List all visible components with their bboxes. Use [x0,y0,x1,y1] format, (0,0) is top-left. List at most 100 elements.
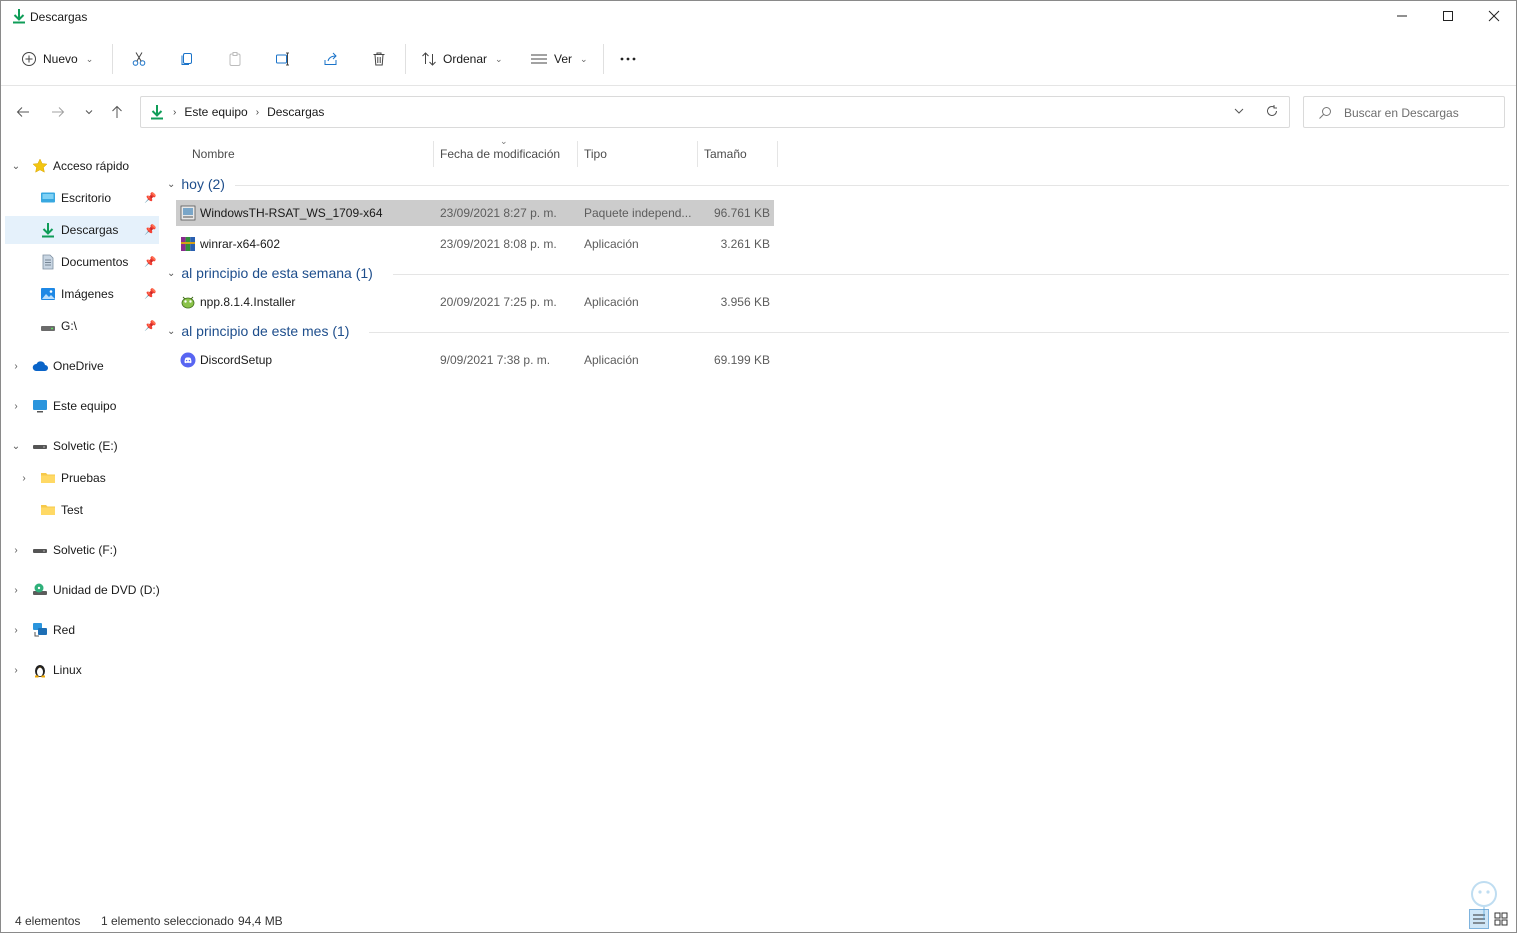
back-button[interactable] [12,101,34,123]
file-type: Aplicación [584,295,639,309]
chevron-down-icon: ⌄ [167,267,176,279]
sidebar-item-label: Imágenes [61,287,114,301]
sidebar-item-documents[interactable]: Documentos 📌 [1,248,159,276]
sidebar-item-onedrive[interactable]: › OneDrive [1,352,159,380]
desktop-icon [41,192,55,203]
new-label: Nuevo [43,52,78,66]
copy-button[interactable] [179,35,195,83]
sidebar-item-g-drive[interactable]: G:\ 📌 [1,312,159,340]
column-divider[interactable] [697,141,698,167]
sidebar-item-label: Test [61,503,84,517]
new-button[interactable]: Nuevo ⌄ [21,35,93,83]
group-header-today[interactable]: ⌄ hoy (2) [167,173,225,195]
sidebar-item-solvetic-f[interactable]: › Solvetic (F:) [1,536,159,564]
column-divider[interactable] [777,141,778,167]
column-header-name[interactable]: Nombre [192,142,432,166]
more-options-button[interactable] [619,35,637,83]
address-bar[interactable]: › Este equipo › Descargas [140,96,1290,128]
file-row[interactable]: WindowsTH-RSAT_WS_1709-x64 23/09/2021 8:… [176,200,774,226]
pin-icon: 📌 [144,288,157,300]
group-label: al principio de este mes (1) [181,323,350,339]
clipboard-icon [229,52,241,66]
minimize-button[interactable] [1379,1,1425,31]
group-header-this-week[interactable]: ⌄ al principio de esta semana (1) [167,262,373,284]
sidebar-item-label: Escritorio [61,191,112,205]
forward-button[interactable] [47,101,69,123]
sidebar-item-quick-access[interactable]: ⌄ Acceso rápido [1,152,159,180]
file-name: winrar-x64-602 [200,237,281,251]
chevron-right-icon[interactable]: › [10,361,22,372]
pin-icon: 📌 [144,320,157,332]
column-header-size[interactable]: Tamaño [704,142,776,166]
pin-icon: 📌 [144,256,157,268]
chevron-right-icon[interactable]: › [10,545,22,556]
view-button[interactable]: Ver ⌄ [530,35,588,83]
sidebar-item-label: Este equipo [53,399,117,413]
chevron-down-icon: ⌄ [167,178,176,190]
file-date: 23/09/2021 8:27 p. m. [440,206,557,220]
sidebar-item-desktop[interactable]: Escritorio 📌 [1,184,159,212]
sort-button[interactable]: Ordenar ⌄ [421,35,503,83]
search-placeholder: Buscar en Descargas [1344,106,1459,120]
share-button[interactable] [323,35,339,83]
sidebar-item-dvd-drive[interactable]: › Unidad de DVD (D:) [1,576,159,604]
delete-button[interactable] [371,35,387,83]
close-icon [1488,10,1500,22]
column-divider[interactable] [433,141,434,167]
search-box[interactable]: Buscar en Descargas [1303,96,1505,128]
sidebar-item-this-pc[interactable]: › Este equipo [1,392,159,420]
file-type: Aplicación [584,237,639,251]
sidebar-item-pictures[interactable]: Imágenes 📌 [1,280,159,308]
chevron-down-icon: ⌄ [85,53,94,64]
chevron-down-icon[interactable] [1233,105,1245,117]
view-list-icon [531,54,547,64]
file-name: npp.8.1.4.Installer [200,295,296,309]
chevron-right-icon[interactable]: › [10,625,22,636]
maximize-button[interactable] [1425,1,1471,31]
status-selection: 1 elemento seleccionado [101,914,234,928]
linux-icon [35,665,45,678]
column-divider[interactable] [577,141,578,167]
chevron-right-icon[interactable]: › [10,401,22,412]
sidebar-item-solvetic-e[interactable]: ⌄ Solvetic (E:) [1,432,159,460]
group-header-this-month[interactable]: ⌄ al principio de este mes (1) [167,320,349,342]
sidebar-item-pruebas[interactable]: › Pruebas [1,464,159,492]
recent-locations-button[interactable] [78,101,100,123]
sidebar-item-linux[interactable]: › Linux [1,656,159,684]
chevron-right-icon: › [173,106,177,118]
chevron-down-icon: ⌄ [580,53,588,64]
pin-icon: 📌 [144,224,157,236]
close-button[interactable] [1471,1,1517,31]
chevron-right-icon[interactable]: › [10,585,22,596]
sidebar-item-network[interactable]: › Red [1,616,159,644]
cut-button[interactable] [131,35,147,83]
paste-button[interactable] [227,35,243,83]
sidebar-item-label: Solvetic (E:) [53,439,118,453]
refresh-icon[interactable] [1265,104,1279,118]
search-icon [1319,107,1331,119]
sort-label: Ordenar [443,52,488,66]
folder-icon [41,505,55,515]
breadcrumb-item[interactable]: Este equipo [184,105,247,119]
column-header-type[interactable]: Tipo [584,142,694,166]
up-button[interactable] [106,101,128,123]
discord-icon [180,352,196,368]
sidebar-item-downloads[interactable]: Descargas 📌 [5,216,159,244]
breadcrumb-item[interactable]: Descargas [267,105,324,119]
title-bar: Descargas [1,1,1516,33]
chevron-down-icon[interactable]: ⌄ [10,441,22,452]
sidebar-item-label: Linux [53,663,82,677]
file-row[interactable]: winrar-x64-602 23/09/2021 8:08 p. m. Apl… [176,231,774,257]
chevron-right-icon[interactable]: › [18,473,30,484]
column-header-date[interactable]: Fecha de modificación [440,142,576,166]
chevron-down-icon[interactable]: ⌄ [10,161,22,172]
file-row[interactable]: npp.8.1.4.Installer 20/09/2021 7:25 p. m… [176,289,774,315]
file-row[interactable]: DiscordSetup 9/09/2021 7:38 p. m. Aplica… [176,347,774,373]
rename-button[interactable] [275,35,291,83]
chevron-right-icon[interactable]: › [10,665,22,676]
download-icon [13,9,25,24]
drive-icon [33,445,47,449]
more-icon [620,57,636,61]
sidebar-item-test[interactable]: Test [1,496,159,524]
arrow-left-icon [16,107,29,117]
